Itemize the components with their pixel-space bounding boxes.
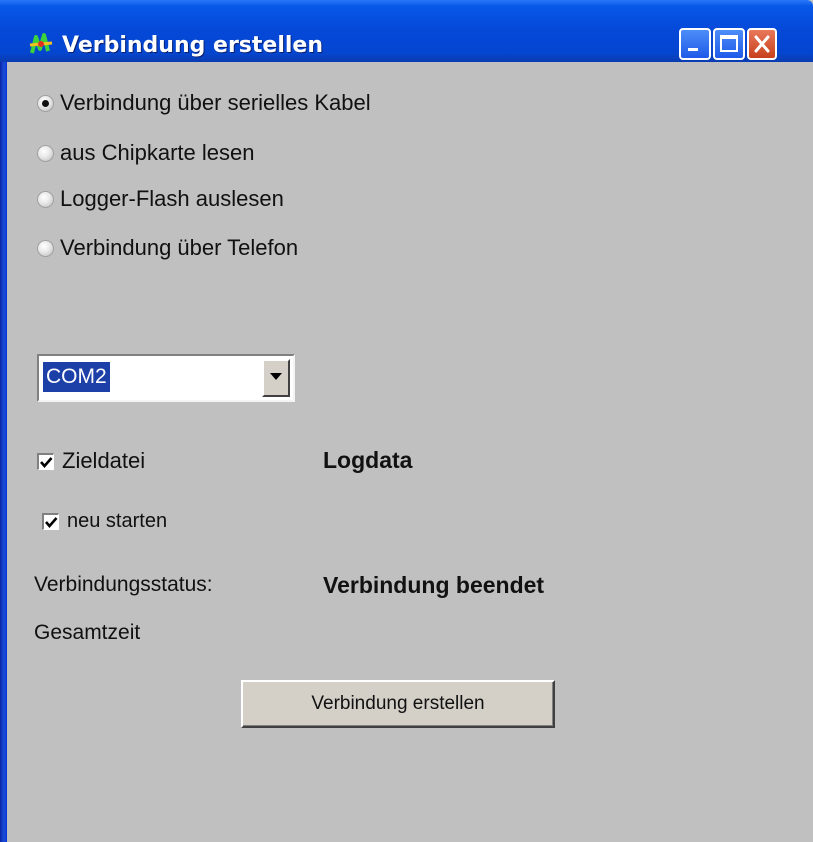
radio-label: Verbindung über serielles Kabel — [60, 90, 371, 115]
radio-telephone[interactable]: Verbindung über Telefon — [37, 234, 298, 262]
radio-logger-flash[interactable]: Logger-Flash auslesen — [37, 185, 284, 213]
radio-button[interactable] — [37, 144, 54, 162]
status-label: Verbindungsstatus: — [34, 573, 213, 596]
radio-button[interactable] — [37, 94, 54, 112]
dropdown-button[interactable] — [262, 359, 290, 397]
restart-label: neu starten — [67, 509, 168, 532]
window-title: Verbindung erstellen — [62, 33, 323, 58]
radio-serial-cable[interactable]: Verbindung über serielles Kabel — [37, 89, 371, 117]
radio-button[interactable] — [37, 190, 54, 208]
status-value: Verbindung beendet — [323, 572, 545, 598]
total-time-label: Gesamtzeit — [34, 621, 141, 644]
restart-checkbox[interactable] — [42, 512, 59, 530]
target-file-checkbox[interactable] — [37, 452, 54, 470]
port-select[interactable]: COM2 — [37, 354, 295, 402]
target-file-checkbox-row[interactable]: Zieldatei — [37, 447, 145, 475]
radio-label: aus Chipkarte lesen — [60, 140, 255, 165]
radio-button[interactable] — [37, 239, 54, 257]
checkmark-icon — [45, 516, 58, 528]
restart-checkbox-row[interactable]: neu starten — [42, 507, 167, 535]
connect-button[interactable]: Verbindung erstellen — [241, 680, 555, 728]
chevron-down-icon — [270, 373, 282, 380]
radio-chipcard[interactable]: aus Chipkarte lesen — [37, 139, 254, 167]
close-button[interactable] — [747, 28, 777, 60]
port-select-value[interactable]: COM2 — [43, 362, 110, 392]
maximize-button[interactable] — [713, 28, 745, 60]
maximize-icon — [720, 35, 738, 52]
dialog-window: Verbindung erstellen Verbindung über ser… — [0, 0, 813, 842]
target-file-label: Zieldatei — [62, 448, 146, 473]
radio-label: Logger-Flash auslesen — [60, 186, 284, 211]
checkmark-icon — [40, 456, 53, 468]
minimize-icon — [688, 48, 698, 51]
close-icon — [754, 35, 770, 53]
target-file-value: Logdata — [323, 447, 413, 473]
title-bar[interactable]: Verbindung erstellen — [0, 0, 813, 62]
radio-label: Verbindung über Telefon — [60, 235, 299, 260]
app-icon — [29, 33, 53, 54]
window-frame-left — [0, 0, 7, 842]
dialog-content: Verbindung über serielles Kabel aus Chip… — [7, 62, 813, 842]
minimize-button[interactable] — [679, 28, 711, 60]
